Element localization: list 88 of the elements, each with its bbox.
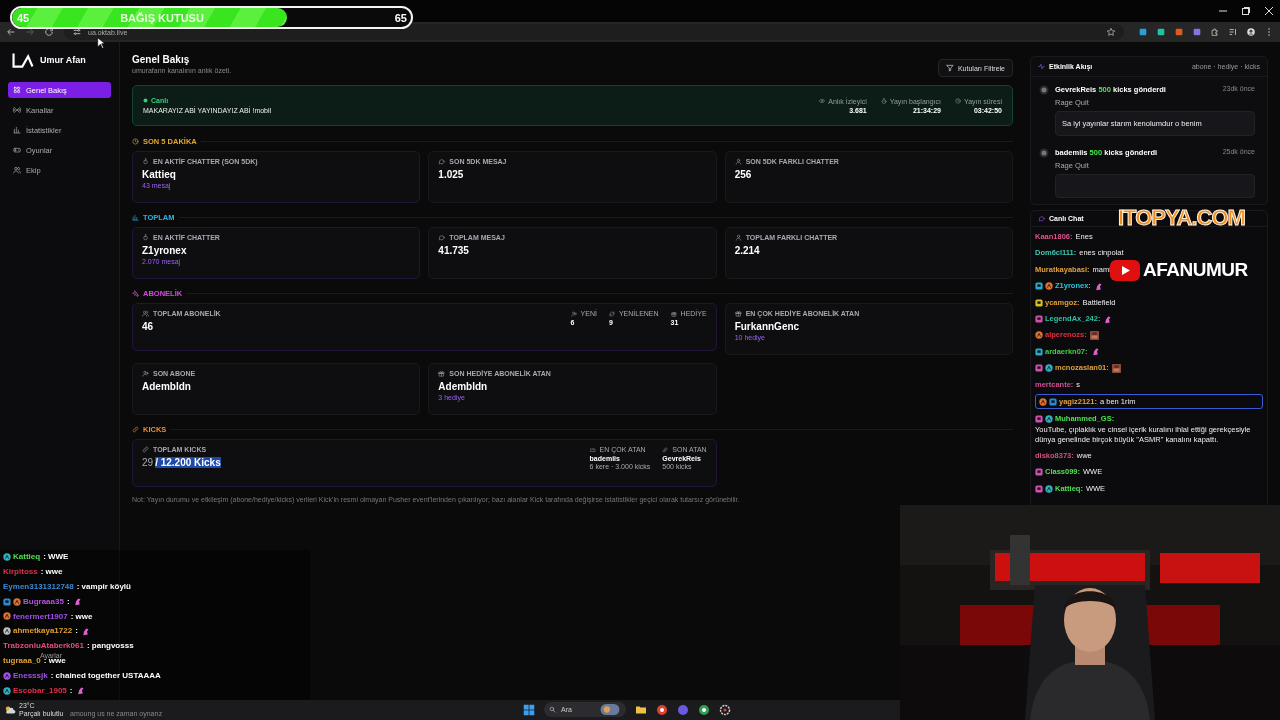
close-icon[interactable] xyxy=(1264,6,1274,16)
chat-username: TrabzonluAtaberk061 xyxy=(3,641,84,651)
antenna-icon xyxy=(13,106,21,114)
gift-icon xyxy=(670,310,677,317)
chat-message: : wwe xyxy=(70,611,93,621)
chat-message: : vampir köylü xyxy=(76,581,131,591)
card-value: Z1yronex xyxy=(142,245,188,256)
chat-username: Kattieq xyxy=(13,552,41,561)
chat-message: : chained together USTAAAA xyxy=(50,671,161,681)
card-value: / 12.200 Kicks xyxy=(155,457,221,468)
chat-username: tugraaa_0 xyxy=(3,656,41,666)
chat-message: : wwe xyxy=(40,566,63,576)
bubble-icon xyxy=(438,158,446,165)
pulse-icon xyxy=(1038,63,1045,70)
filter-icon xyxy=(945,64,954,72)
flame-icon xyxy=(142,234,149,241)
cloudy-sun-icon xyxy=(4,705,16,715)
bookmark-star-icon[interactable] xyxy=(1106,27,1116,37)
donation-current: 45 xyxy=(17,11,30,24)
person-plus-icon xyxy=(142,370,149,377)
card-value: Adembldn xyxy=(438,381,489,392)
status-dot-icon xyxy=(143,98,148,103)
users-icon xyxy=(142,310,149,317)
chat-username: ahmetkaya1722 xyxy=(13,626,73,636)
card-value: 46 xyxy=(142,321,155,332)
person-icon xyxy=(734,234,742,241)
mouse-cursor-icon xyxy=(97,37,105,49)
card-value: Kattieq xyxy=(142,169,177,180)
bar-chart-icon xyxy=(13,126,21,134)
chat-username: Eymen3131312748 xyxy=(3,581,74,591)
bubble-icon xyxy=(438,234,446,241)
chat-username: Kirpitoss xyxy=(3,566,38,576)
media-icon[interactable] xyxy=(1228,27,1238,37)
chat-message: : WWE xyxy=(43,552,69,561)
card-value: 256 xyxy=(734,169,753,180)
chat-message: : xyxy=(75,626,78,636)
users-icon xyxy=(13,166,21,174)
chat-app-icon[interactable] xyxy=(677,703,689,716)
avatar-icon xyxy=(1039,85,1049,95)
bubble-icon xyxy=(1038,215,1045,222)
flame-icon xyxy=(142,158,149,165)
gear-icon[interactable] xyxy=(719,703,731,716)
brand-name: Umur Afan xyxy=(40,55,86,65)
grid-icon xyxy=(13,86,21,94)
browser-icon[interactable] xyxy=(698,703,710,716)
gift-icon xyxy=(438,370,446,377)
card-value: 2.214 xyxy=(734,245,761,256)
windows-start-icon[interactable] xyxy=(523,703,535,716)
person-plus-icon xyxy=(570,310,577,317)
bar-chart-icon xyxy=(132,214,139,221)
clock-icon xyxy=(955,98,961,104)
chat-username: Escobar_1905 xyxy=(13,686,67,695)
chat-username: Bugraaa35 xyxy=(23,596,64,606)
reload-icon[interactable] xyxy=(44,27,54,37)
card-value: 41.735 xyxy=(438,245,470,256)
chat-username: Enesssjk xyxy=(13,671,48,681)
profile-avatar-icon[interactable] xyxy=(1246,27,1256,37)
chat-message: : xyxy=(69,686,73,695)
gamepad-icon xyxy=(13,146,21,154)
eye-icon xyxy=(819,98,826,104)
search-icon xyxy=(549,706,556,713)
logo-icon xyxy=(12,52,34,68)
forward-icon[interactable] xyxy=(25,27,35,37)
avatar-icon xyxy=(1039,148,1049,158)
gift-icon xyxy=(734,310,742,317)
chat-message: : pangvosss xyxy=(86,641,134,651)
browser-icon[interactable] xyxy=(656,703,668,716)
search-highlight-icon xyxy=(599,704,621,715)
card-value: Adembldn xyxy=(142,381,192,392)
card-value: FurkannGenc xyxy=(734,321,801,332)
back-icon[interactable] xyxy=(6,27,16,37)
site-settings-icon[interactable] xyxy=(72,27,82,37)
donation-title: BAĞIŞ KUTUSU xyxy=(120,11,204,24)
restore-icon[interactable] xyxy=(1241,6,1251,16)
chat-username: fenermert1907 xyxy=(13,611,68,621)
person-icon xyxy=(734,158,742,165)
sparkle-icon xyxy=(132,290,139,297)
sponsor-logo-text: ITOPYA.COM xyxy=(1118,205,1245,231)
card-value: 1.025 xyxy=(438,169,465,180)
chat-message: : xyxy=(66,596,70,606)
refresh-icon xyxy=(608,310,615,317)
puzzle-icon[interactable] xyxy=(1210,27,1220,37)
clock-icon xyxy=(132,138,139,145)
card-value: 29 xyxy=(142,457,154,468)
channel-name: AFANUMUR xyxy=(1143,259,1248,281)
donation-goal: 65 xyxy=(394,11,407,24)
timer-icon xyxy=(880,98,887,104)
page-title: Genel Bakış xyxy=(132,54,191,65)
